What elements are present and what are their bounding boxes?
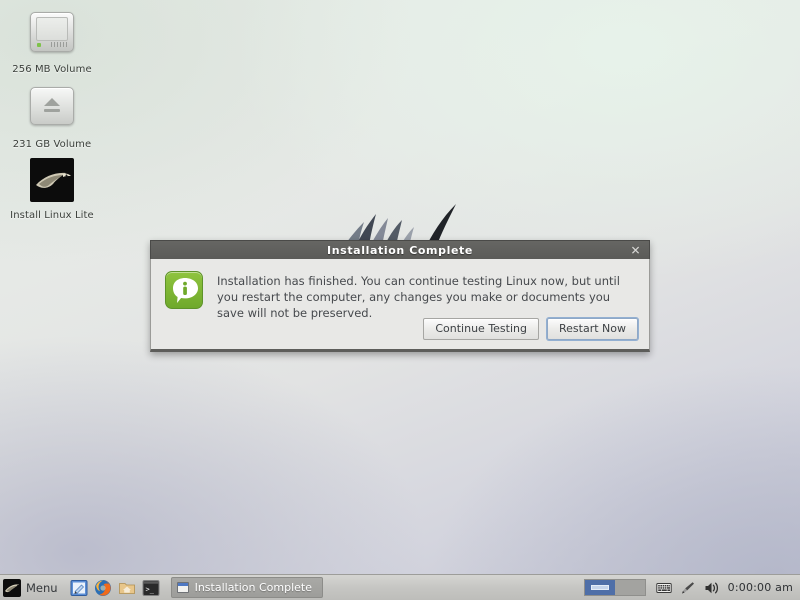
clock[interactable]: 0:00:00 am (728, 581, 793, 594)
folder-home-icon[interactable] (118, 579, 136, 597)
installer-icon (28, 158, 76, 206)
dialog-body: Installation has finished. You can conti… (150, 259, 650, 352)
launcher-group: >_ (67, 579, 163, 597)
workspace-window-preview (590, 585, 609, 590)
brush-icon[interactable] (680, 580, 696, 596)
system-tray (655, 580, 720, 596)
desktop-icon-label: 231 GB Volume (12, 139, 92, 150)
desktop-icon-install-linux-lite[interactable]: Install Linux Lite (2, 156, 102, 222)
linux-lite-menu-icon (3, 578, 21, 597)
task-button-installation-complete[interactable]: Installation Complete (170, 577, 323, 598)
terminal-icon[interactable]: >_ (142, 579, 160, 597)
window-icon (176, 582, 189, 593)
installation-complete-dialog[interactable]: Installation Complete ✕ Installation has… (150, 240, 650, 352)
taskbar-panel[interactable]: Menu >_ Installation Complete 0:00:00 am (0, 574, 800, 600)
dialog-message: Installation has finished. You can conti… (217, 274, 620, 320)
desktop[interactable]: 256 MB Volume 231 GB Volume Install Linu… (0, 0, 800, 600)
text-editor-icon[interactable] (70, 579, 88, 597)
desktop-icon-label: 256 MB Volume (12, 64, 92, 75)
desktop-icon-label: Install Linux Lite (10, 210, 94, 221)
desktop-icon-volume-231gb[interactable]: 231 GB Volume (2, 82, 102, 151)
restart-now-button[interactable]: Restart Now (547, 318, 638, 340)
workspace-2[interactable] (614, 580, 645, 595)
workspace-switcher[interactable] (583, 579, 646, 596)
menu-label: Menu (26, 580, 58, 595)
continue-testing-button[interactable]: Continue Testing (423, 318, 539, 340)
close-icon[interactable]: ✕ (629, 244, 642, 257)
dialog-title: Installation Complete (327, 243, 473, 257)
task-list: Installation Complete (170, 577, 323, 598)
removable-volume-icon (28, 87, 76, 135)
desktop-icon-volume-256mb[interactable]: 256 MB Volume (2, 8, 102, 76)
workspace-1[interactable] (584, 580, 615, 595)
menu-button[interactable]: Menu (0, 576, 65, 600)
speaker-icon[interactable] (704, 580, 720, 596)
dialog-titlebar[interactable]: Installation Complete ✕ (150, 240, 650, 259)
dialog-button-row: Continue Testing Restart Now (423, 318, 638, 340)
info-icon (165, 271, 203, 309)
task-button-label: Installation Complete (194, 581, 313, 594)
svg-text:>_: >_ (145, 585, 154, 593)
firefox-icon[interactable] (94, 579, 112, 597)
hard-drive-volume-icon (28, 12, 76, 60)
keyboard-icon[interactable] (655, 580, 672, 596)
